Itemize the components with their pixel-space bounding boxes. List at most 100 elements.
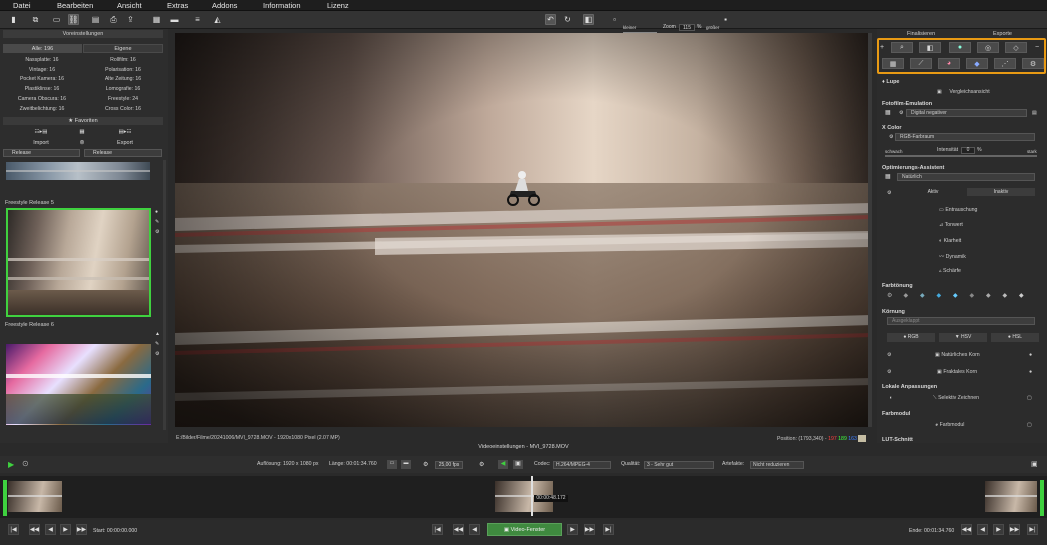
toning-drop-icon[interactable]: ◆ xyxy=(904,292,909,299)
farbmodul-count-icon[interactable]: ▢ xyxy=(1027,422,1032,428)
korn1-toggle-icon[interactable]: ● xyxy=(1029,352,1032,358)
end-fast-icon[interactable]: ▶▶ xyxy=(1009,524,1020,535)
inaktiv-button[interactable]: Inaktiv xyxy=(967,188,1035,196)
toning-drop-icon[interactable]: ◆ xyxy=(1019,292,1024,299)
batch-icon[interactable]: ▦ xyxy=(151,14,162,25)
tab-all[interactable]: Alle: 196 xyxy=(3,44,82,53)
timeline[interactable]: 00:00:48.172 xyxy=(0,476,1047,518)
print-icon[interactable]: ⎙ xyxy=(108,14,119,25)
end-rewind-icon[interactable]: ◀◀ xyxy=(961,524,972,535)
new-icon[interactable]: ▮ xyxy=(8,14,19,25)
tab-finalisieren[interactable]: Finalisieren xyxy=(907,31,935,37)
thumbnail-previous[interactable] xyxy=(6,162,150,180)
step-back-icon[interactable]: ◀ xyxy=(45,524,56,535)
back-icon[interactable]: ◀ xyxy=(469,524,480,535)
korn2-toggle-icon[interactable]: ● xyxy=(1029,369,1032,375)
timeline-end-marker[interactable] xyxy=(1040,480,1044,516)
mute-icon[interactable]: ▣ xyxy=(513,460,523,469)
undo-icon[interactable]: ↶ xyxy=(545,14,556,25)
korn2-gear-icon[interactable]: ⚙ xyxy=(887,369,892,375)
hsv-button[interactable]: ▼ HSV xyxy=(939,333,987,342)
preset-category[interactable]: Cross Color: 16 xyxy=(84,105,162,114)
link-icon[interactable]: ⛓ xyxy=(68,14,79,25)
prev-mark-icon[interactable]: |◀ xyxy=(432,524,443,535)
toning-drop-icon[interactable]: ◆ xyxy=(1003,292,1008,299)
opt-item[interactable]: ▵ Schärfe xyxy=(939,268,961,274)
korn1-gear-icon[interactable]: ⚙ xyxy=(887,352,892,358)
viewer-scrollbar[interactable] xyxy=(868,33,872,427)
preset-category[interactable]: Vintage: 16 xyxy=(3,66,81,75)
xcolor-gear-icon[interactable]: ⚙ xyxy=(889,134,893,140)
redo-icon[interactable]: ↻ xyxy=(562,14,573,25)
menu-lizenz[interactable]: Lizenz xyxy=(327,1,349,10)
grid-icon[interactable]: ▦ xyxy=(72,129,92,135)
toning-drop-icon[interactable]: ⚙ xyxy=(887,292,892,299)
settings2-icon[interactable]: ⚙ xyxy=(155,351,159,357)
opt-item[interactable]: ▭ Entrauschung xyxy=(939,207,977,213)
preset-category[interactable]: Polarisation: 16 xyxy=(84,66,162,75)
edit2-icon[interactable]: ✎ xyxy=(155,341,159,347)
compare-icon[interactable]: ◧ xyxy=(583,14,594,25)
import-label[interactable]: Import xyxy=(26,140,56,146)
preset-category[interactable]: Lomografie: 16 xyxy=(84,85,162,94)
aktiv-button[interactable]: Aktiv xyxy=(905,188,961,196)
menu-extras[interactable]: Extras xyxy=(167,1,188,10)
thumbnail-freestyle-release-6[interactable] xyxy=(6,344,151,425)
star-icon[interactable]: ● xyxy=(155,209,158,215)
timeline-start-marker[interactable] xyxy=(3,480,7,516)
preset-category[interactable]: Camera Obscura: 16 xyxy=(3,95,81,104)
preset-category[interactable]: Alte Zeitung: 16 xyxy=(84,75,162,84)
korn1-row[interactable]: ▣ Natürliches Korn xyxy=(935,352,980,358)
selektiv-count-icon[interactable]: ▢ xyxy=(1027,395,1032,401)
export-preset-icon[interactable]: ▤▸☷ xyxy=(110,129,140,135)
preset-category[interactable]: Pocket Kamera: 16 xyxy=(3,75,81,84)
video-window-button[interactable]: ▣ Video-Fenster xyxy=(487,523,562,536)
end-forward-icon[interactable]: ▶ xyxy=(993,524,1004,535)
export-label[interactable]: Export xyxy=(110,140,140,146)
opt-item[interactable]: ◐ Klarheit xyxy=(939,238,961,244)
fps-gear-icon[interactable]: ⚙ xyxy=(423,461,428,468)
presets-scrollbar[interactable] xyxy=(163,160,166,430)
menu-addons[interactable]: Addons xyxy=(212,1,237,10)
rgb-button[interactable]: ● RGB xyxy=(887,333,935,342)
menu-ansicht[interactable]: Ansicht xyxy=(117,1,142,10)
filter-select[interactable]: Release xyxy=(84,149,162,157)
intensitaet-slider[interactable] xyxy=(885,155,1037,157)
expand-icon[interactable]: ▣ xyxy=(1031,460,1038,468)
crop-video-icon[interactable]: ▬ xyxy=(401,460,411,469)
thumbnail-freestyle-release-5[interactable] xyxy=(6,208,151,317)
loop-icon[interactable]: ⊙ xyxy=(22,459,29,468)
step-forward-icon[interactable]: ▶ xyxy=(60,524,71,535)
cut-icon[interactable]: ▭ xyxy=(387,460,397,469)
end-back-icon[interactable]: ◀ xyxy=(977,524,988,535)
chart-icon[interactable]: ◭ xyxy=(212,14,223,25)
opt-gear-icon[interactable]: ⚙ xyxy=(887,190,891,196)
open-icon[interactable]: ⧉ xyxy=(30,14,41,25)
zoom-in-icon[interactable]: ▪ xyxy=(720,14,731,25)
toning-drop-icon[interactable]: ◆ xyxy=(937,292,942,299)
selektiv-row[interactable]: ⟍ Selektiv Zeichnen xyxy=(933,395,979,402)
export-icon[interactable]: ⇪ xyxy=(125,14,136,25)
play-icon[interactable]: ▶ xyxy=(8,460,14,469)
image-viewer[interactable] xyxy=(175,33,872,427)
next-mark-icon[interactable]: ▶| xyxy=(603,524,614,535)
go-end-icon[interactable]: ▶| xyxy=(1027,524,1038,535)
preset-category[interactable]: Nassplatte: 16 xyxy=(3,56,81,65)
koernung-select[interactable]: Ausgeklappt xyxy=(887,317,1035,325)
toning-drop-icon[interactable]: ◆ xyxy=(920,292,925,299)
opt-item[interactable]: 〰 Dynamik xyxy=(939,253,966,260)
import-icon[interactable]: ☷▸▤ xyxy=(26,129,56,135)
fps-field[interactable]: 25,00 fps xyxy=(435,461,463,469)
vergleich-row[interactable]: ▣ Vergleichsansicht xyxy=(937,89,990,95)
codec-select[interactable]: H.264/MPEG-4 xyxy=(553,461,611,469)
settings-small-icon[interactable]: ⚙ xyxy=(155,229,159,235)
prev-frame-icon[interactable]: ◀◀ xyxy=(453,524,464,535)
lokale-icon[interactable]: ◖ xyxy=(889,395,892,401)
preset-category[interactable]: Zweitbelichtung: 16 xyxy=(3,105,81,114)
opt-select[interactable]: Natürlich xyxy=(897,173,1035,181)
artefakte-select[interactable]: Nicht reduzieren xyxy=(750,461,804,469)
preset-category[interactable]: Plastiklinse: 16 xyxy=(3,85,81,94)
next-frame-icon[interactable]: ▶▶ xyxy=(584,524,595,535)
save-icon[interactable]: ▤ xyxy=(90,14,101,25)
preset-category[interactable]: Rollfilm: 16 xyxy=(84,56,162,65)
